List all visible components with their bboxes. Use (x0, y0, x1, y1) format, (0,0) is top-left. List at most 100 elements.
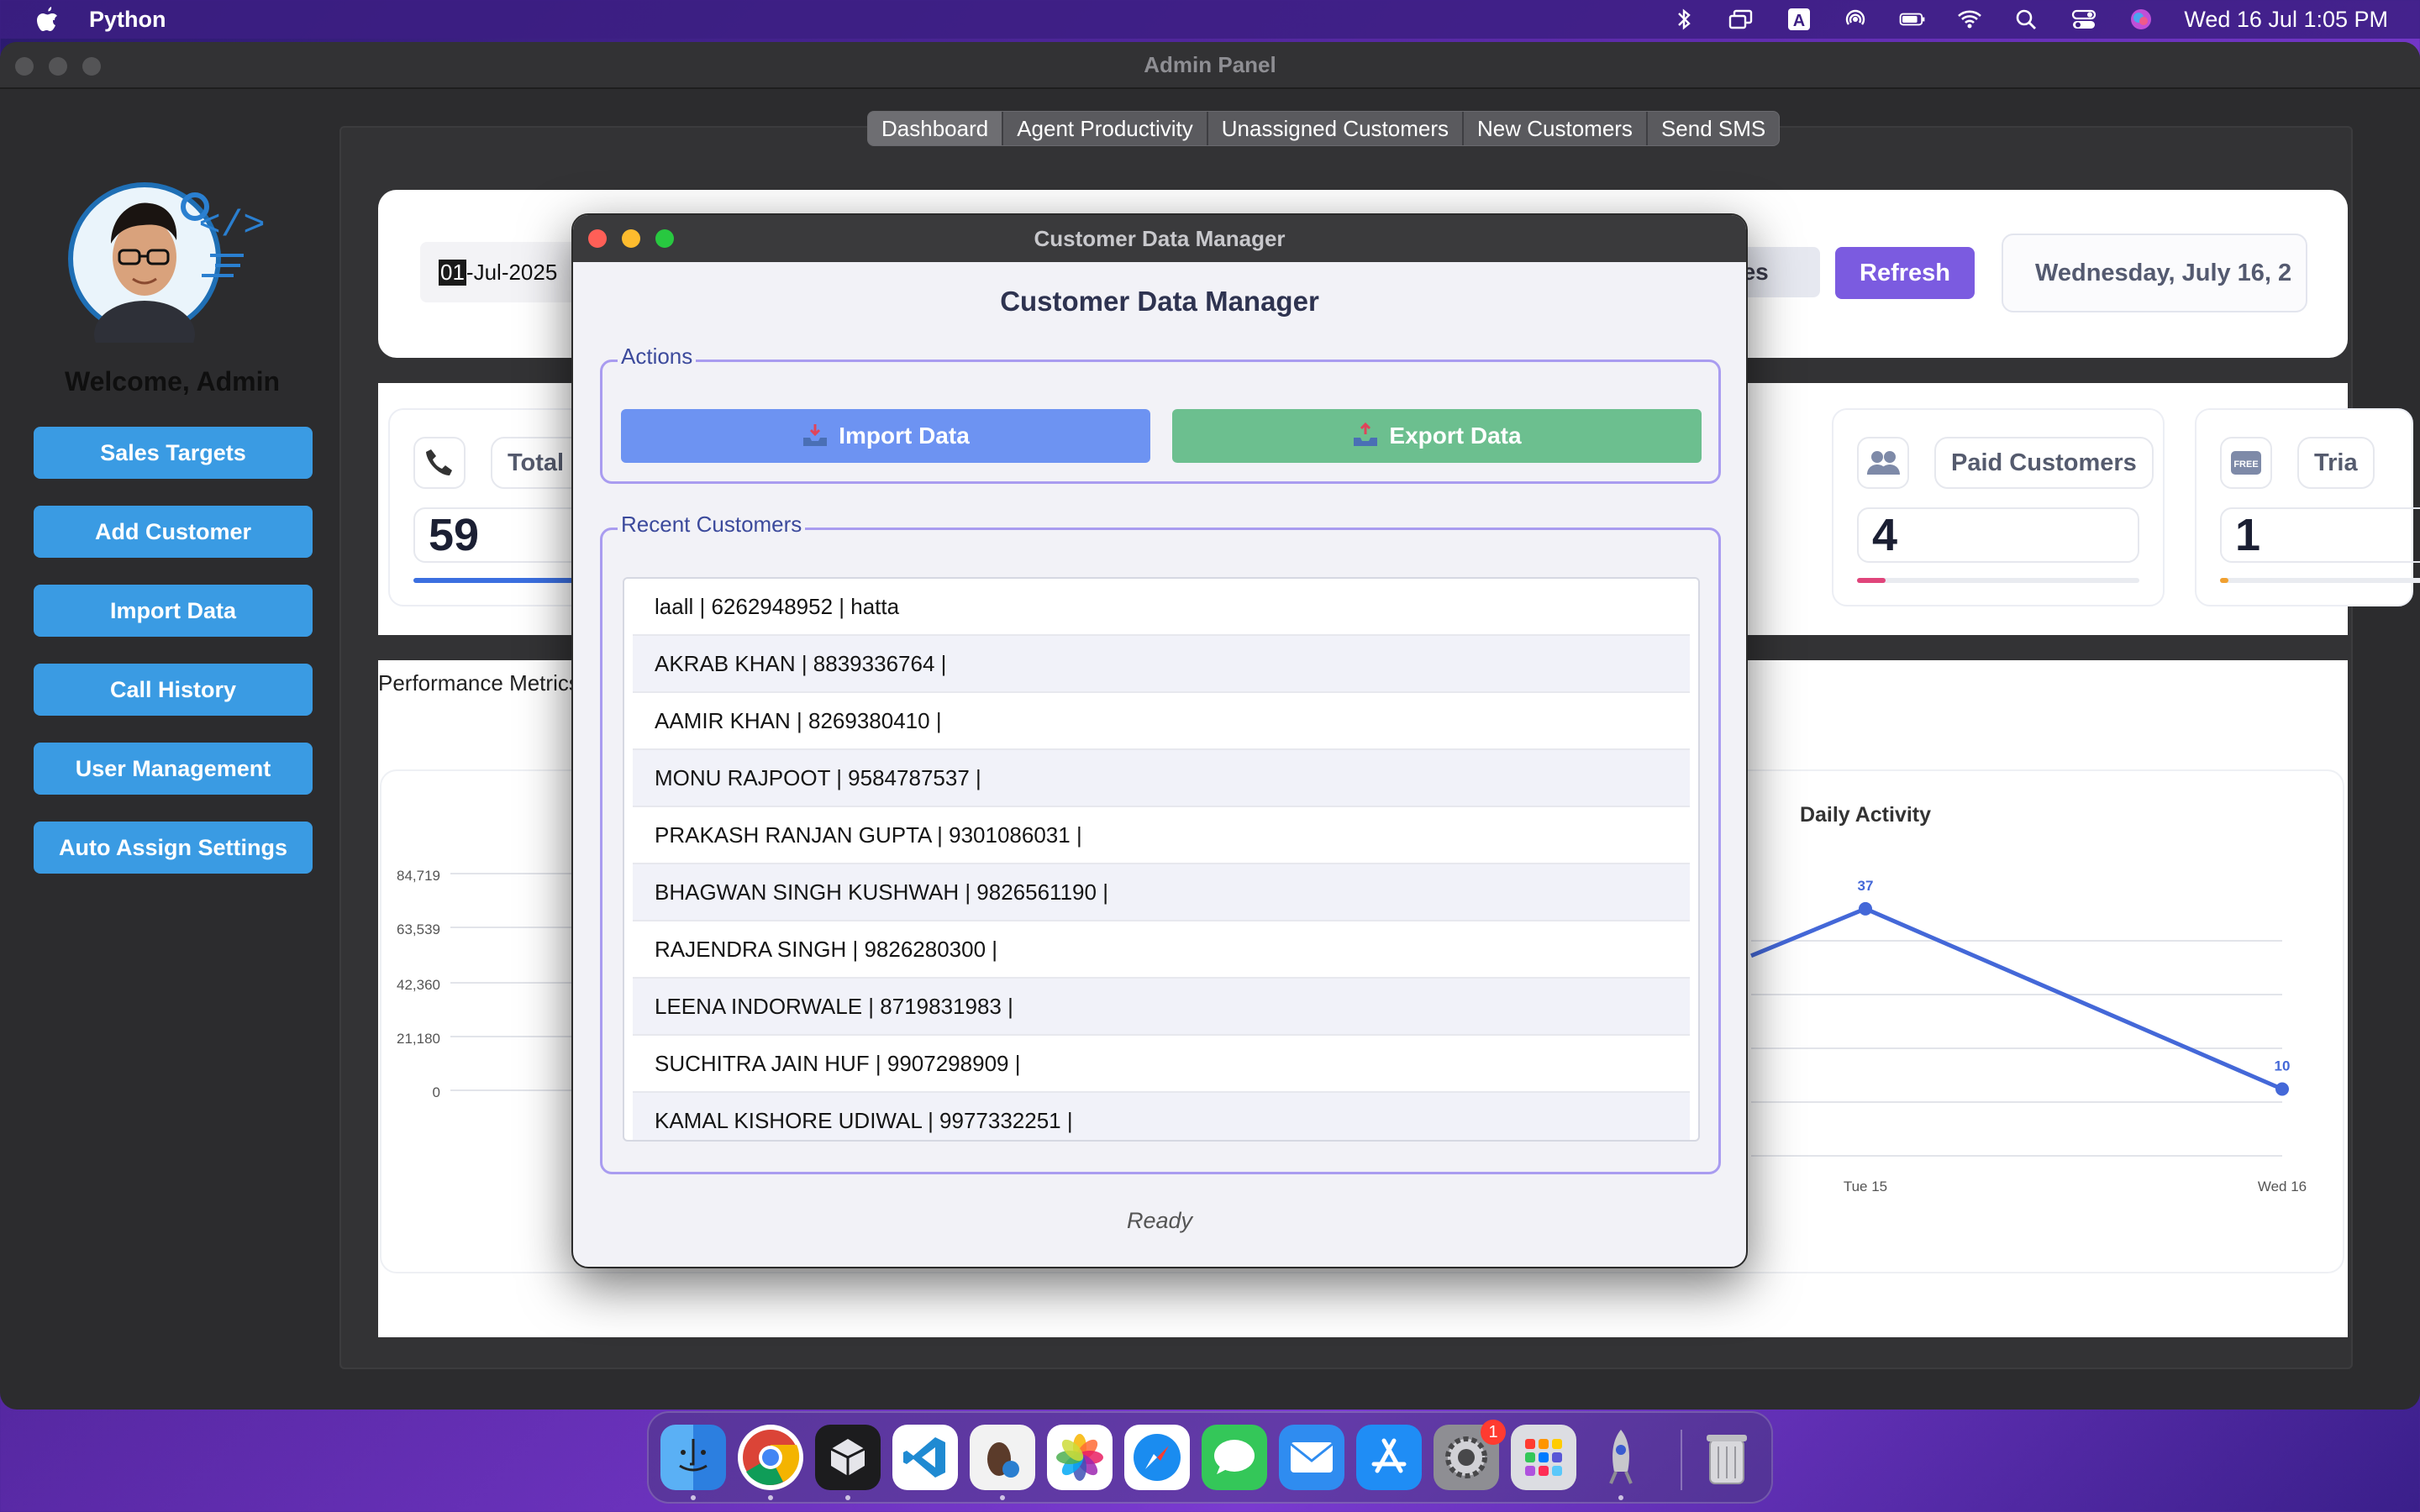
actions-group: Actions Import Data Export Data (600, 344, 1721, 484)
chart-title: Daily Activity (1800, 803, 1931, 827)
list-item[interactable]: KAMAL KISHORE UDIWAL | 9977332251 | (633, 1093, 1690, 1140)
stat-progress-bar (2220, 578, 2420, 583)
stat-value: 4 (1857, 507, 2139, 563)
rocket-app-icon[interactable] (1588, 1425, 1654, 1490)
sidebar: </> Welcome, Admin Sales Targets Add Cus… (0, 89, 345, 1408)
tab-dashboard[interactable]: Dashboard (868, 112, 1004, 145)
trash-icon[interactable] (1694, 1425, 1760, 1490)
running-indicator (1000, 1495, 1005, 1500)
list-item[interactable]: PRAKASH RANJAN GUPTA | 9301086031 | (633, 807, 1690, 864)
status-label: Ready (1126, 1208, 1193, 1233)
running-indicator (768, 1495, 773, 1500)
close-window-button[interactable] (15, 57, 34, 76)
tab-unassigned-customers[interactable]: Unassigned Customers (1208, 112, 1464, 145)
vscode-icon[interactable] (892, 1425, 958, 1490)
messages-icon[interactable] (1202, 1425, 1267, 1490)
mail-icon[interactable] (1279, 1425, 1344, 1490)
list-item[interactable]: AAMIR KHAN | 8269380410 | (633, 693, 1690, 750)
control-center-icon[interactable] (2070, 7, 2098, 32)
list-item[interactable]: RAJENDRA SINGH | 9826280300 | (633, 921, 1690, 979)
list-item[interactable]: LEENA INDORWALE | 8719831983 | (633, 979, 1690, 1036)
import-data-button[interactable]: Import Data (34, 585, 313, 637)
menubar-clock[interactable]: Wed 16 Jul 1:05 PM (2184, 7, 2388, 33)
battery-icon[interactable] (1898, 7, 1927, 32)
stat-card-trial: FREE Tria 1 (2195, 408, 2420, 606)
safari-icon[interactable] (1124, 1425, 1190, 1490)
app-name[interactable]: Python (89, 7, 166, 33)
call-history-button[interactable]: Call History (34, 664, 313, 716)
window-titlebar: Admin Panel (0, 42, 2420, 89)
running-indicator (691, 1495, 696, 1500)
list-item[interactable]: laall | 6262948952 | hatta (633, 579, 1690, 636)
y-tick-label: 0 (433, 1084, 440, 1100)
spotlight-search-icon[interactable] (2012, 7, 2041, 32)
tab-agent-productivity[interactable]: Agent Productivity (1003, 112, 1208, 145)
app-3-icon[interactable] (815, 1425, 881, 1490)
dialog-minimize-button[interactable] (622, 229, 640, 248)
x-tick-label: Wed 16 (2258, 1179, 2307, 1194)
zoom-window-button[interactable] (82, 57, 101, 76)
dialog-export-button[interactable]: Export Data (1172, 409, 1702, 463)
app-5-icon[interactable] (970, 1425, 1035, 1490)
auto-assign-settings-button[interactable]: Auto Assign Settings (34, 822, 313, 874)
sales-targets-button[interactable]: Sales Targets (34, 427, 313, 479)
users-icon (1857, 437, 1909, 489)
start-date-input[interactable]: 01 -Jul-2025 (420, 242, 588, 302)
minimize-window-button[interactable] (49, 57, 67, 76)
export-label: Export Data (1389, 423, 1522, 449)
bluetooth-icon[interactable] (1670, 7, 1698, 32)
y-tick-label: 84,719 (397, 868, 440, 884)
dialog-titlebar: Customer Data Manager (573, 215, 1746, 262)
launchpad-icon[interactable] (1511, 1425, 1576, 1490)
series-line (1750, 906, 2283, 1091)
tab-send-sms[interactable]: Send SMS (1648, 112, 1779, 145)
window-title: Admin Panel (1144, 51, 1276, 77)
customer-data-manager-dialog: Customer Data Manager Customer Data Mana… (571, 213, 1748, 1268)
welcome-text: Welcome, Admin (64, 366, 281, 396)
tab-new-customers[interactable]: New Customers (1464, 112, 1648, 145)
list-item[interactable]: SUCHITRA JAIN HUF | 9907298909 | (633, 1036, 1690, 1093)
inbox-tray-icon (803, 424, 828, 446)
list-item[interactable]: BHAGWAN SINGH KUSHWAH | 9826561190 | (633, 864, 1690, 921)
siri-icon[interactable] (2127, 7, 2155, 32)
list-item[interactable]: AKRAB KHAN | 8839336764 | (633, 636, 1690, 693)
list-item[interactable]: MONU RAJPOOT | 9584787537 | (633, 750, 1690, 807)
dock: 1 (647, 1411, 1773, 1504)
stat-progress-fill (2220, 578, 2229, 583)
photos-icon[interactable] (1047, 1425, 1113, 1490)
add-customer-button[interactable]: Add Customer (34, 506, 313, 558)
tab-bar: Dashboard Agent Productivity Unassigned … (867, 111, 1781, 146)
y-tick-label: 63,539 (397, 921, 440, 937)
airdrop-icon[interactable] (1841, 7, 1870, 32)
recent-customers-group: Recent Customers laall | 6262948952 | ha… (600, 512, 1721, 1174)
stat-card-paid-customers: Paid Customers 4 (1832, 408, 2165, 606)
phone-icon (413, 437, 466, 489)
stat-title: Tria (2297, 437, 2375, 489)
chrome-icon[interactable] (738, 1425, 803, 1490)
data-label: 37 (1858, 878, 1874, 894)
screen-mirroring-icon[interactable] (1727, 7, 1755, 32)
wifi-icon[interactable] (1955, 7, 1984, 32)
running-indicator (845, 1495, 850, 1500)
recent-customers-list[interactable]: laall | 6262948952 | hatta AKRAB KHAN | … (623, 577, 1700, 1142)
actions-legend: Actions (618, 344, 697, 370)
dock-divider (1681, 1430, 1682, 1490)
import-label: Import Data (839, 423, 970, 449)
dialog-zoom-button[interactable] (655, 229, 674, 248)
svg-text:A: A (1793, 12, 1805, 30)
dialog-import-button[interactable]: Import Data (621, 409, 1150, 463)
user-management-button[interactable]: User Management (34, 743, 313, 795)
svg-text:FREE: FREE (2233, 459, 2258, 470)
dialog-close-button[interactable] (588, 229, 607, 248)
refresh-button[interactable]: Refresh (1835, 247, 1975, 299)
data-point (2275, 1082, 2289, 1096)
outbox-tray-icon (1354, 423, 1378, 446)
app-store-icon[interactable] (1356, 1425, 1422, 1490)
date-selected-segment: 01 (439, 259, 466, 286)
admin-avatar: </> (67, 175, 266, 368)
input-source-icon[interactable]: A (1784, 7, 1812, 32)
finder-icon[interactable] (660, 1425, 726, 1490)
apple-icon[interactable] (34, 5, 59, 34)
notification-badge: 1 (1481, 1420, 1506, 1445)
stat-progress-fill (1857, 578, 1886, 583)
